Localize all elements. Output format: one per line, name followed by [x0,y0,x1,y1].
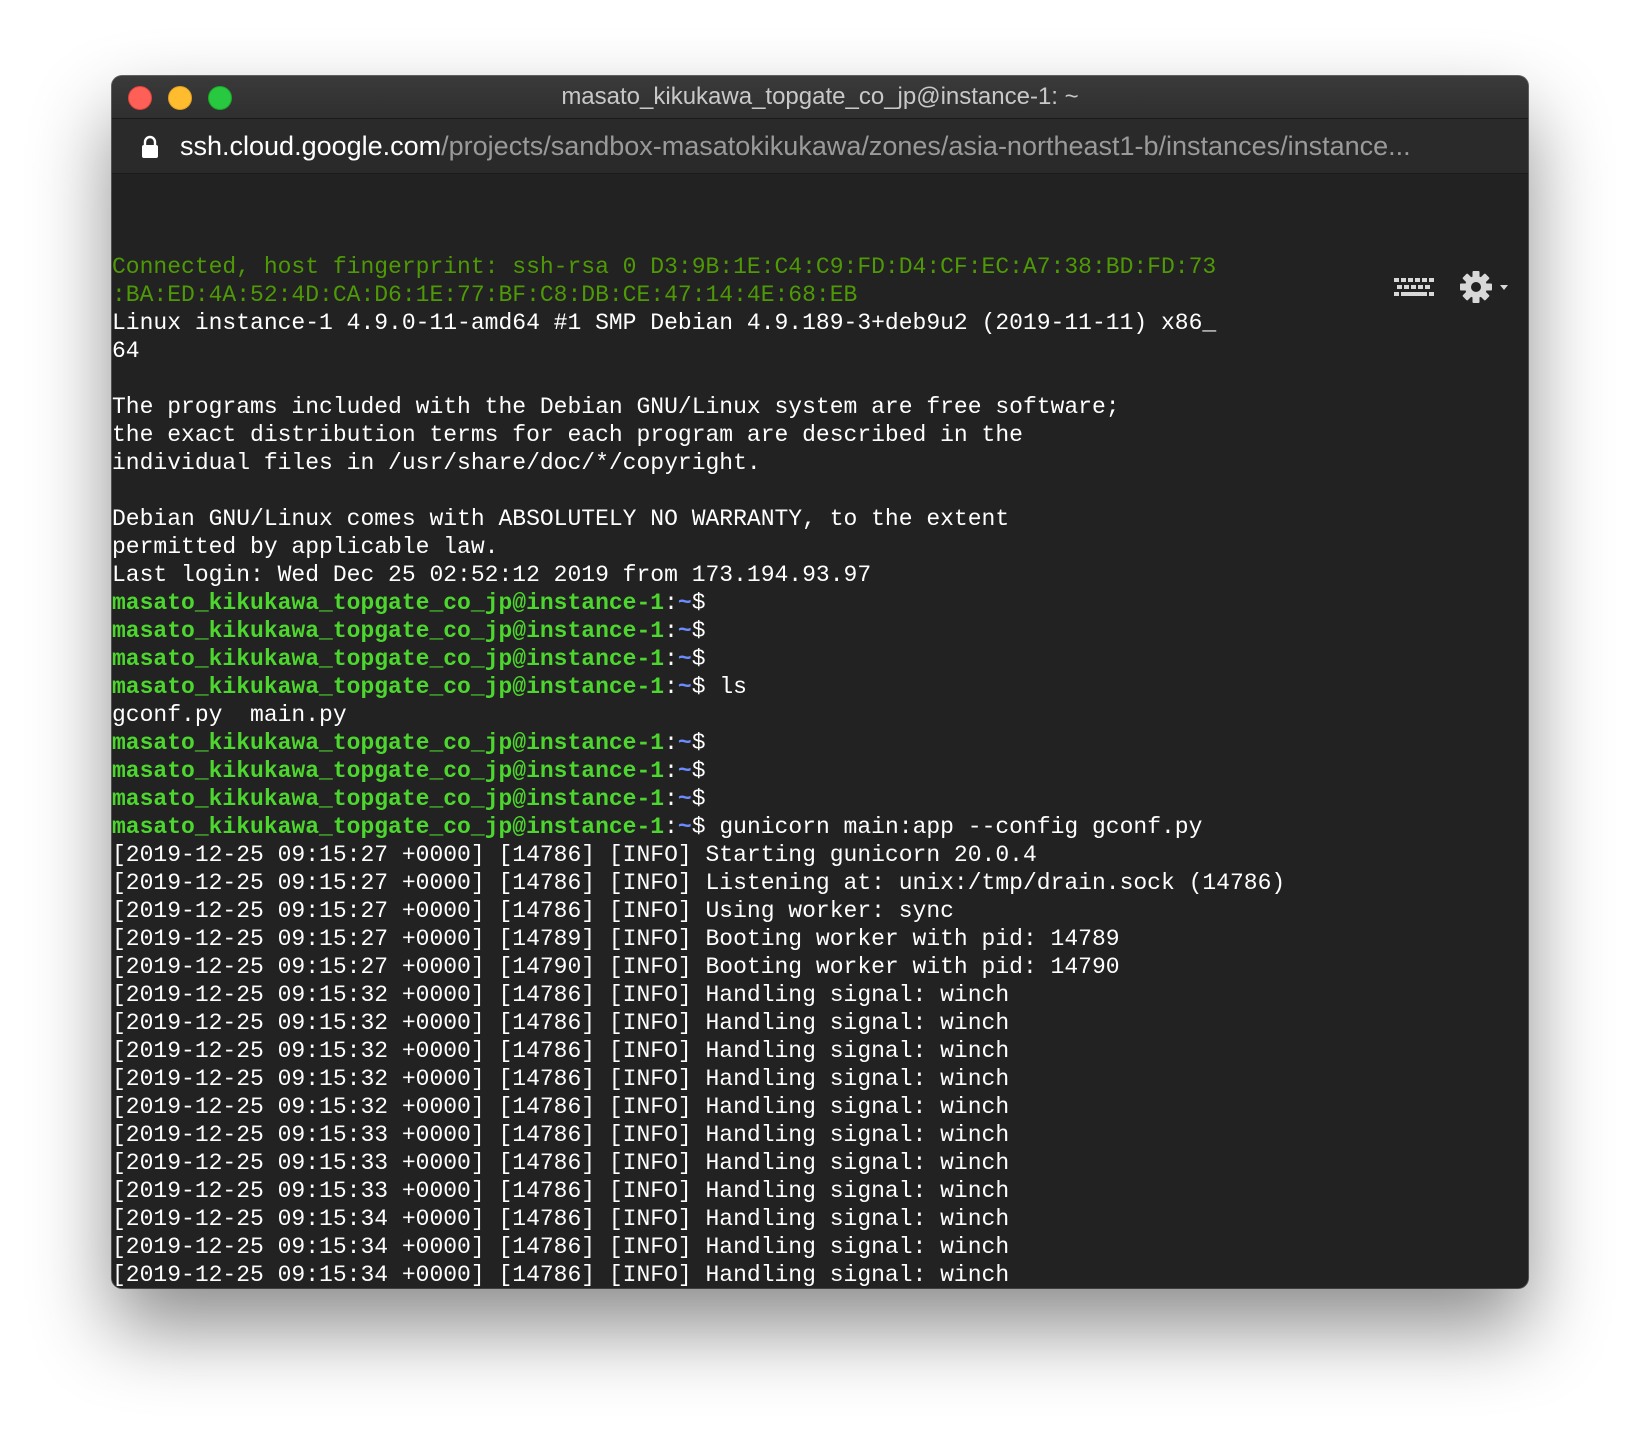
terminal-prompt-line: masato_kikukawa_topgate_co_jp@instance-1… [112,785,1285,813]
prompt-user: masato_kikukawa_topgate_co_jp@instance-1 [112,814,665,840]
terminal-fingerprint-line: Connected, host fingerprint: ssh-rsa 0 D… [112,254,1217,280]
prompt-symbol: $ [691,786,706,812]
terminal-line: [2019-12-25 09:15:34 +0000] [14786] [INF… [112,1206,1010,1232]
terminal-line: [2019-12-25 09:15:27 +0000] [14789] [INF… [112,926,1120,952]
prompt-separator: : [664,618,678,644]
terminal-prompt-line: masato_kikukawa_topgate_co_jp@instance-1… [112,589,1285,617]
terminal-line: [2019-12-25 09:15:34 +0000] [14786] [INF… [112,1234,1010,1260]
terminal-line: [2019-12-25 09:15:27 +0000] [14786] [INF… [112,842,1037,868]
prompt-symbol: $ [691,814,706,840]
prompt-path: ~ [677,674,692,700]
prompt-symbol: $ [691,618,706,644]
url-text[interactable]: ssh.cloud.google.com/projects/sandbox-ma… [180,119,1500,173]
terminal-line: gconf.py main.py [112,702,347,728]
terminal-line: The programs included with the Debian GN… [112,394,1120,420]
terminal-line: Debian GNU/Linux comes with ABSOLUTELY N… [112,506,1010,532]
terminal-line: [2019-12-25 09:15:27 +0000] [14786] [INF… [112,898,954,924]
terminal-line: [2019-12-25 09:15:34 +0000] [14786] [INF… [112,1262,1010,1288]
terminal-line: permitted by applicable law. [112,534,499,560]
terminal-prompt-line: masato_kikukawa_topgate_co_jp@instance-1… [112,645,1285,673]
terminal-line: the exact distribution terms for each pr… [112,422,1023,448]
prompt-symbol: $ [691,730,706,756]
prompt-symbol: $ [691,590,706,616]
prompt-path: ~ [677,758,692,784]
gear-icon[interactable] [1458,268,1514,306]
url-host: ssh.cloud.google.com [180,131,442,161]
prompt-path: ~ [677,786,692,812]
terminal-prompt-line: masato_kikukawa_topgate_co_jp@instance-1… [112,617,1285,645]
prompt-path: ~ [677,618,692,644]
terminal-line: individual files in /usr/share/doc/*/cop… [112,450,761,476]
terminal-line: [2019-12-25 09:15:33 +0000] [14786] [INF… [112,1122,1010,1148]
prompt-symbol: $ [691,674,706,700]
terminal-prompt-line: masato_kikukawa_topgate_co_jp@instance-1… [112,729,1285,757]
terminal-fingerprint-line: :BA:ED:4A:52:4D:CA:D6:1E:77:BF:C8:DB:CE:… [112,282,858,308]
prompt-path: ~ [677,730,692,756]
keyboard-icon[interactable] [1392,274,1436,304]
prompt-user: masato_kikukawa_topgate_co_jp@instance-1 [112,674,665,700]
terminal-prompt-line: masato_kikukawa_topgate_co_jp@instance-1… [112,673,1285,701]
terminal-line: [2019-12-25 09:15:32 +0000] [14786] [INF… [112,982,1010,1008]
prompt-separator: : [664,730,678,756]
title-bar[interactable]: masato_kikukawa_topgate_co_jp@instance-1… [112,76,1528,119]
prompt-user: masato_kikukawa_topgate_co_jp@instance-1 [112,618,665,644]
chevron-down-icon [1500,285,1508,290]
prompt-path: ~ [677,646,692,672]
url-path: /projects/sandbox-masatokikukawa/zones/a… [441,131,1411,161]
prompt-separator: : [664,590,678,616]
terminal-line: [2019-12-25 09:15:33 +0000] [14786] [INF… [112,1150,1010,1176]
window-title: masato_kikukawa_topgate_co_jp@instance-1… [561,83,1079,110]
terminal-line: [2019-12-25 09:15:27 +0000] [14790] [INF… [112,954,1120,980]
prompt-path: ~ [677,590,692,616]
terminal-line: [2019-12-25 09:15:32 +0000] [14786] [INF… [112,1066,1010,1092]
prompt-symbol: $ [691,758,706,784]
ssh-window: masato_kikukawa_topgate_co_jp@instance-1… [112,76,1528,1288]
terminal-line: 64 [112,338,140,364]
prompt-user: masato_kikukawa_topgate_co_jp@instance-1 [112,730,665,756]
prompt-separator: : [664,674,678,700]
terminal-line: [2019-12-25 09:15:32 +0000] [14786] [INF… [112,1094,1010,1120]
prompt-user: masato_kikukawa_topgate_co_jp@instance-1 [112,758,665,784]
prompt-separator: : [664,758,678,784]
address-bar: ssh.cloud.google.com/projects/sandbox-ma… [112,119,1528,174]
prompt-command: gunicorn main:app --config gconf.py [705,814,1203,840]
terminal-output: Connected, host fingerprint: ssh-rsa 0 D… [112,253,1285,1288]
lock-icon [142,135,158,158]
terminal-line: Last login: Wed Dec 25 02:52:12 2019 fro… [112,562,872,588]
prompt-command: ls [705,674,747,700]
terminal-area[interactable]: Connected, host fingerprint: ssh-rsa 0 D… [112,174,1528,1288]
prompt-separator: : [664,786,678,812]
terminal-line: Linux instance-1 4.9.0-11-amd64 #1 SMP D… [112,310,1217,336]
terminal-prompt-line: masato_kikukawa_topgate_co_jp@instance-1… [112,757,1285,785]
prompt-path: ~ [677,814,692,840]
terminal-prompt-line: masato_kikukawa_topgate_co_jp@instance-1… [112,813,1285,841]
terminal-line: [2019-12-25 09:15:32 +0000] [14786] [INF… [112,1010,1010,1036]
terminal-line: [2019-12-25 09:15:32 +0000] [14786] [INF… [112,1038,1010,1064]
terminal-line: [2019-12-25 09:15:33 +0000] [14786] [INF… [112,1178,1010,1204]
prompt-separator: : [664,814,678,840]
prompt-separator: : [664,646,678,672]
prompt-user: masato_kikukawa_topgate_co_jp@instance-1 [112,786,665,812]
prompt-user: masato_kikukawa_topgate_co_jp@instance-1 [112,590,665,616]
prompt-user: masato_kikukawa_topgate_co_jp@instance-1 [112,646,665,672]
terminal-line: [2019-12-25 09:15:27 +0000] [14786] [INF… [112,870,1286,896]
prompt-symbol: $ [691,646,706,672]
